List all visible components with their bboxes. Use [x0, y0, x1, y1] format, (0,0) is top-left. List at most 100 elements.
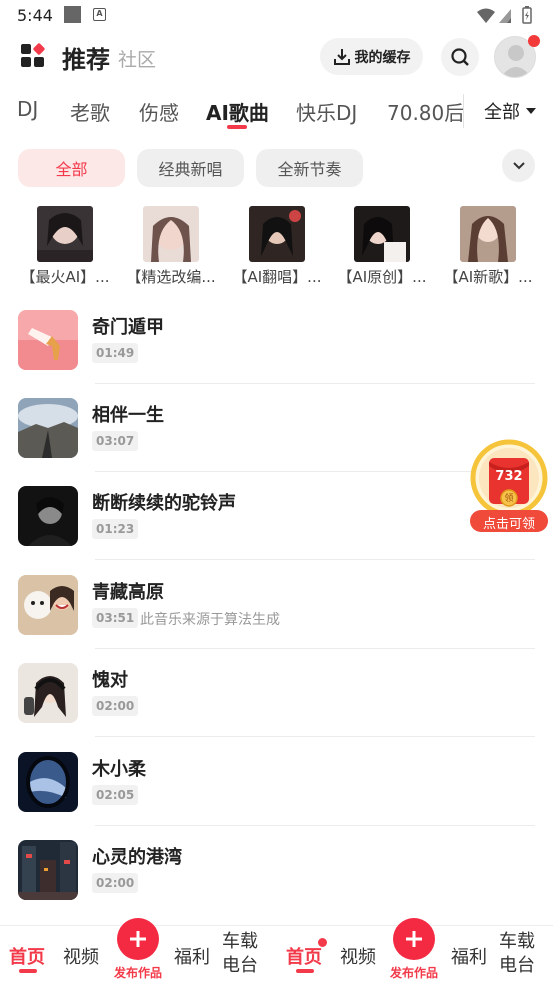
tab-ai-songs[interactable]: AI歌曲	[206, 97, 269, 126]
nav-car-radio-line2: 电台	[222, 955, 258, 976]
row-divider	[95, 559, 535, 560]
nav-car-radio-2-line2: 电台	[499, 955, 535, 976]
status-bar: 5:44 A	[0, 0, 553, 32]
song-duration: 03:07	[92, 431, 139, 451]
status-icons	[477, 6, 532, 24]
nav-car-radio-line1: 车载	[222, 931, 258, 952]
publish-button[interactable]	[117, 918, 159, 960]
row-divider	[95, 736, 535, 737]
nav-welfare-2[interactable]: 福利	[451, 943, 487, 969]
playlist-label: 【最火AI】...	[20, 268, 110, 286]
playlist-label: 【AI新歌】...	[443, 268, 533, 286]
notification-icon	[64, 6, 81, 23]
playlist-label: 【精选改编...	[126, 268, 216, 286]
tab-happy-dj[interactable]: 快乐DJ	[296, 97, 357, 126]
my-cache-label: 我的缓存	[354, 49, 411, 66]
playlist-cover	[249, 206, 305, 262]
nav-video-2[interactable]: 视频	[340, 943, 376, 969]
song-duration: 02:00	[92, 873, 139, 893]
plus-icon	[406, 931, 422, 947]
playlist-cover	[143, 206, 199, 262]
playlist-card[interactable]: 【AI新歌】...	[435, 206, 541, 287]
page-title[interactable]: 推荐	[62, 40, 110, 75]
playlist-cover	[460, 206, 516, 262]
a-notification-icon: A	[93, 8, 106, 21]
chevron-down-icon	[512, 161, 525, 169]
song-row[interactable]: 心灵的港湾 02:00	[0, 840, 553, 928]
song-title: 木小柔	[92, 759, 146, 780]
nav-welfare[interactable]: 福利	[174, 943, 210, 969]
song-title: 心灵的港湾	[92, 847, 182, 868]
reward-coin: 领	[504, 494, 514, 504]
nav-home-2-dot	[318, 938, 327, 947]
row-divider	[95, 383, 535, 384]
song-title: 青藏高原	[92, 582, 164, 603]
expand-chips-button[interactable]	[502, 149, 535, 182]
song-duration: 01:49	[92, 343, 139, 363]
playlist-card[interactable]: 【最火AI】...	[12, 206, 118, 287]
all-categories-button[interactable]: 全部	[484, 98, 536, 124]
reward-label: 点击可领	[482, 517, 535, 532]
song-cover	[18, 840, 78, 900]
my-cache-button[interactable]: 我的缓存	[320, 38, 423, 75]
caret-down-icon	[526, 108, 536, 114]
download-icon	[333, 48, 350, 65]
playlist-label: 【AI翻唱】...	[232, 268, 322, 286]
playlist-cover	[37, 206, 93, 262]
song-title: 相伴一生	[92, 405, 164, 426]
nav-video[interactable]: 视频	[63, 943, 99, 969]
tab-70-80s[interactable]: 70.80后	[387, 97, 464, 126]
tab-sad[interactable]: 伤感	[139, 97, 179, 126]
nav-car-radio[interactable]: 车载 电台	[222, 930, 258, 978]
search-button[interactable]	[441, 38, 479, 76]
row-divider	[95, 648, 535, 649]
playlist-card[interactable]: 【AI翻唱】...	[224, 206, 330, 287]
apps-icon[interactable]	[21, 42, 46, 68]
playlist-cover	[354, 206, 410, 262]
nav-home[interactable]: 首页	[9, 943, 45, 969]
song-title: 断断续续的驼铃声	[92, 493, 236, 514]
song-title: 愧对	[92, 670, 128, 691]
nav-car-radio-2[interactable]: 车载 电台	[499, 930, 535, 978]
row-divider	[95, 825, 535, 826]
active-tab-indicator	[227, 125, 247, 129]
playlist-card[interactable]: 【AI原创】...	[329, 206, 435, 287]
song-row[interactable]: 木小柔 02:05	[0, 752, 553, 840]
publish-button-2[interactable]	[393, 918, 435, 960]
song-duration: 02:05	[92, 785, 139, 805]
song-row[interactable]: 愧对 02:00	[0, 663, 553, 751]
song-cover	[18, 752, 78, 812]
search-icon	[451, 48, 469, 66]
plus-icon	[130, 931, 146, 947]
song-row[interactable]: 奇门遁甲 01:49	[0, 310, 553, 398]
playlist-card[interactable]: 【精选改编...	[118, 206, 224, 287]
nav-home-2-indicator	[296, 969, 314, 973]
chip-all[interactable]: 全部	[18, 149, 125, 187]
nav-home-2[interactable]: 首页	[286, 943, 322, 969]
song-cover	[18, 310, 78, 370]
floating-reward-widget[interactable]: 732 领 点击可领	[468, 438, 550, 534]
nav-home-indicator	[19, 969, 37, 973]
publish-label[interactable]: 发布作品	[114, 964, 162, 981]
song-cover	[18, 663, 78, 723]
avatar-notification-dot	[528, 35, 540, 47]
chip-classic-remake[interactable]: 经典新唱	[137, 149, 244, 187]
song-title: 奇门遁甲	[92, 317, 164, 338]
song-duration: 01:23	[92, 519, 139, 539]
song-cover	[18, 398, 78, 458]
song-duration: 02:00	[92, 696, 139, 716]
song-note: 此音乐来源于算法生成	[140, 612, 280, 628]
tab-dj[interactable]: DJ	[17, 97, 38, 121]
all-categories-label: 全部	[484, 102, 520, 123]
publish-label-2[interactable]: 发布作品	[390, 964, 438, 981]
nav-car-radio-2-line1: 车载	[499, 931, 535, 952]
chip-new-rhythm[interactable]: 全新节奏	[256, 149, 363, 187]
song-cover	[18, 486, 78, 546]
tab-divider	[463, 94, 464, 128]
tab-old-songs[interactable]: 老歌	[70, 97, 110, 126]
song-row[interactable]: 青藏高原 03:51 此音乐来源于算法生成	[0, 575, 553, 663]
song-duration: 03:51	[92, 608, 139, 628]
playlist-label: 【AI原创】...	[337, 268, 427, 286]
community-tab[interactable]: 社区	[118, 45, 156, 72]
song-cover	[18, 575, 78, 635]
